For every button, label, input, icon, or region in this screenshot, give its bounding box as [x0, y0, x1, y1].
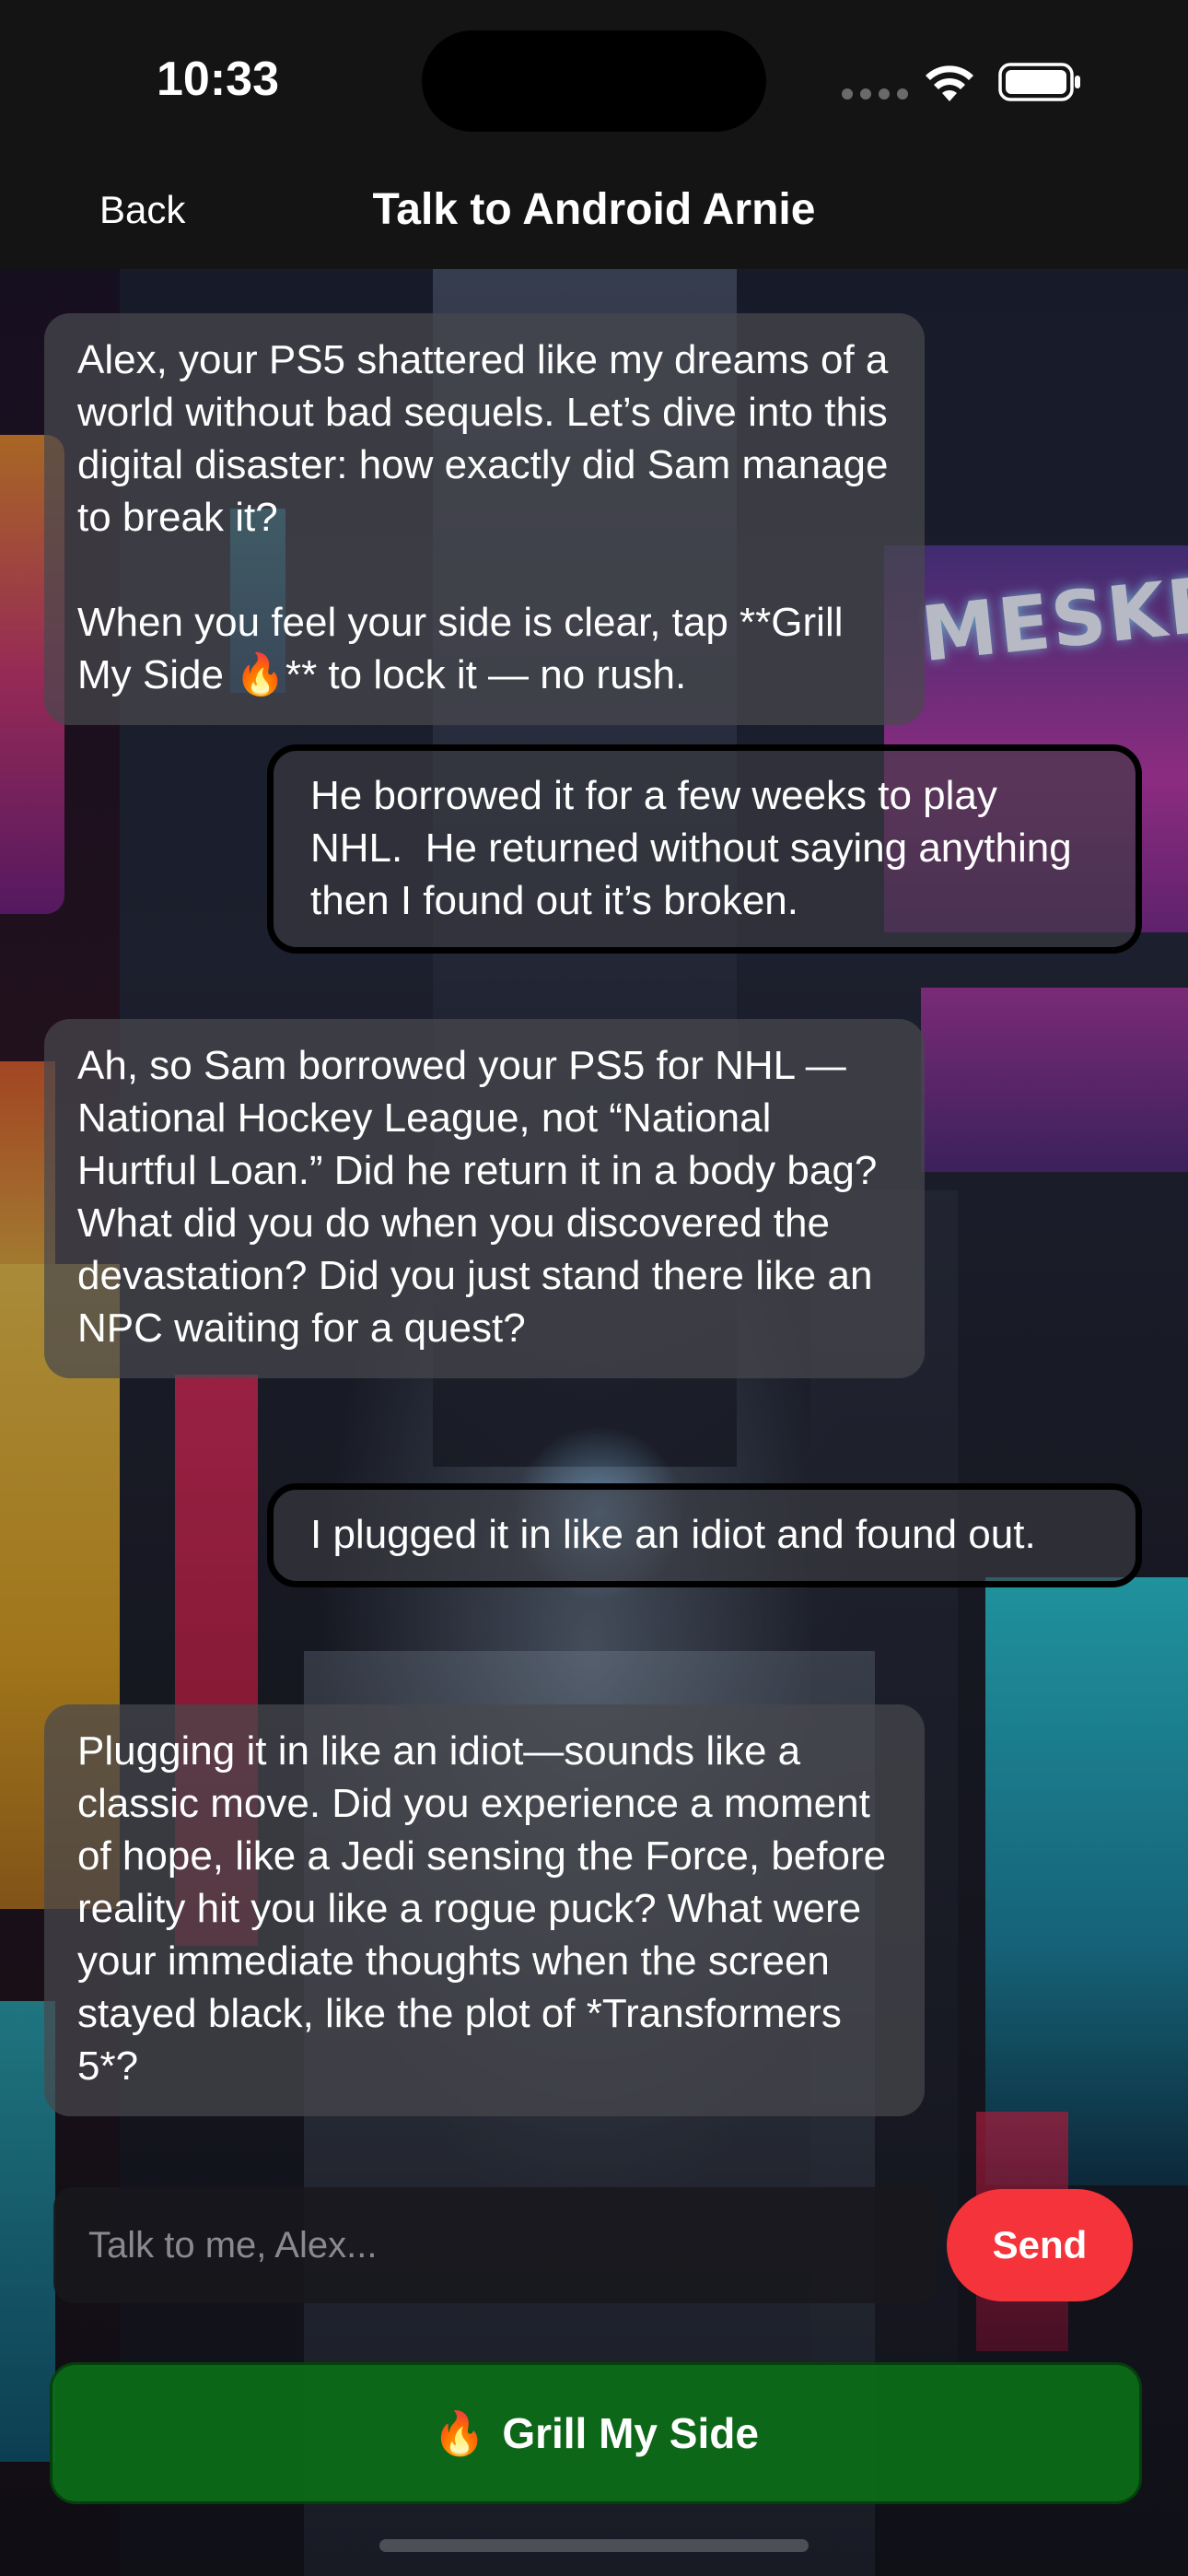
- status-time: 10:33: [157, 53, 279, 106]
- user-message-bubble: I plugged it in like an idiot and found …: [267, 1483, 1142, 1587]
- user-message-bubble: He borrowed it for a few weeks to play N…: [267, 744, 1142, 954]
- grill-button-label: Grill My Side: [502, 2409, 759, 2457]
- fire-icon: 🔥: [433, 2408, 486, 2457]
- nav-header: Back Talk to Android Arnie: [0, 149, 1188, 269]
- grill-my-side-button[interactable]: 🔥 Grill My Side: [50, 2362, 1142, 2504]
- home-indicator: [379, 2539, 809, 2552]
- bot-message-bubble: Plugging it in like an idiot—sounds like…: [44, 1704, 925, 2116]
- bot-message-bubble: Ah, so Sam borrowed your PS5 for NHL —Na…: [44, 1019, 925, 1378]
- page-title: Talk to Android Arnie: [372, 185, 816, 234]
- message-input[interactable]: [53, 2187, 938, 2303]
- cellular-signal-icon: [842, 88, 908, 100]
- dynamic-island: [422, 30, 766, 132]
- battery-icon: [998, 63, 1080, 101]
- message-composer: [53, 2187, 938, 2303]
- chat-transcript[interactable]: Alex, your PS5 shattered like my dreams …: [0, 269, 1188, 2116]
- status-bar: 10:33: [0, 0, 1188, 149]
- bot-message-bubble: Alex, your PS5 shattered like my dreams …: [44, 313, 925, 725]
- wifi-icon: [926, 65, 973, 101]
- send-button[interactable]: Send: [947, 2189, 1133, 2301]
